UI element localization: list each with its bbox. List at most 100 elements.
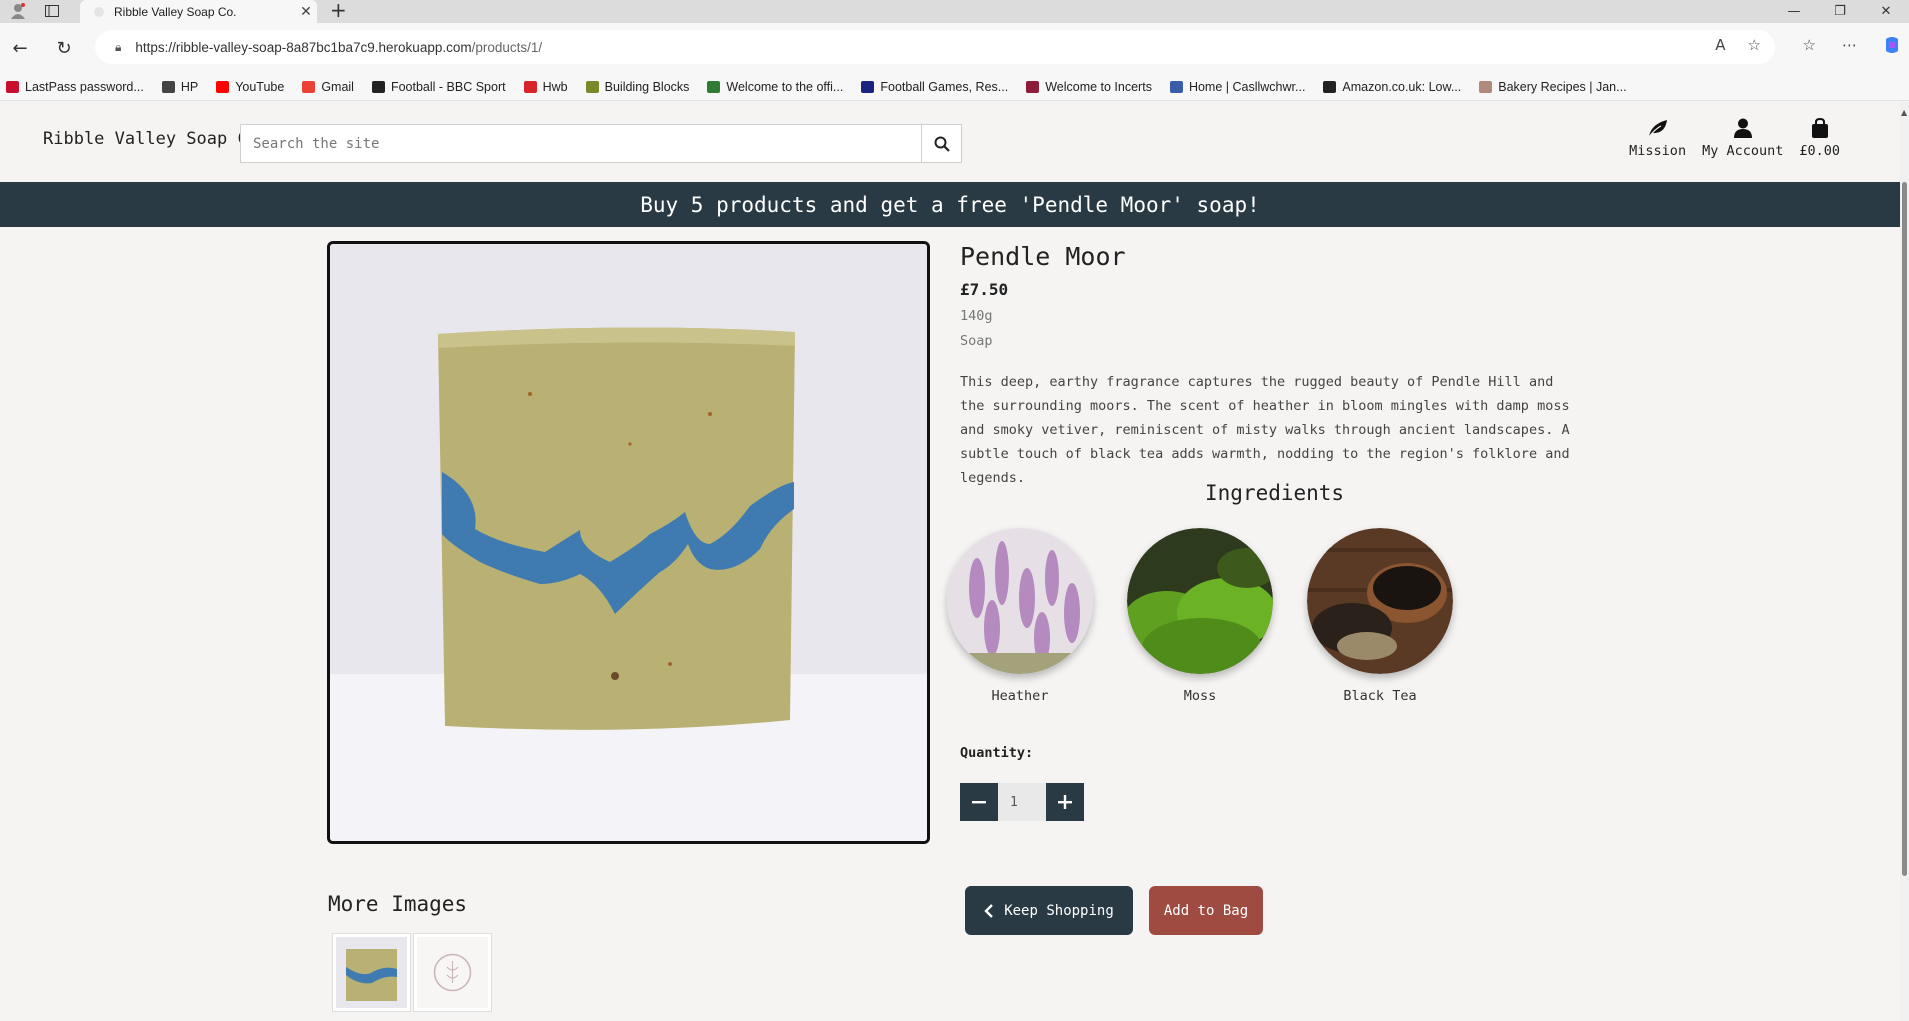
ingredient-label: Moss	[1183, 688, 1217, 704]
bookmark-item[interactable]: Hwb	[523, 79, 568, 94]
close-window-icon[interactable]: ✕	[1863, 0, 1909, 23]
bookmark-label: Welcome to the offi...	[726, 79, 844, 94]
decrement-quantity-button[interactable]	[960, 783, 998, 821]
bookmark-label: Welcome to Incerts	[1045, 79, 1152, 94]
scroll-up-icon[interactable]: ▲	[1901, 108, 1907, 117]
mission-link[interactable]: Mission	[1629, 118, 1686, 159]
search-icon	[934, 136, 950, 152]
bookmark-label: Football - BBC Sport	[390, 79, 506, 94]
bookmark-label: Gmail	[321, 79, 354, 94]
heather-image	[947, 528, 1093, 674]
bookmark-item[interactable]: Amazon.co.uk: Low...	[1323, 80, 1461, 94]
thumbnail-label[interactable]	[413, 933, 492, 1012]
quantity-input[interactable]	[998, 783, 1046, 821]
bookmark-item[interactable]: LastPass password...	[6, 80, 144, 94]
favicon-icon	[94, 6, 104, 17]
quantity-label: Quantity:	[960, 745, 1034, 761]
promo-banner: Buy 5 products and get a free 'Pendle Mo…	[0, 182, 1900, 227]
bookmark-item[interactable]: Football Games, Res...	[861, 80, 1008, 94]
bookmark-label: Hwb	[542, 79, 568, 94]
my-account-label: My Account	[1702, 143, 1784, 159]
back-icon[interactable]: ←	[8, 36, 32, 60]
profile-icon[interactable]	[8, 2, 28, 20]
bookmark-item[interactable]: Welcome to the offi...	[707, 80, 843, 94]
bookmark-item[interactable]: Building Blocks	[585, 79, 690, 94]
search-button[interactable]	[921, 125, 961, 162]
bookmark-favicon-icon	[302, 80, 316, 93]
increment-quantity-button[interactable]	[1046, 783, 1084, 821]
bookmark-item[interactable]: HP	[161, 79, 199, 94]
ingredient-black-tea: Black Tea	[1307, 528, 1453, 704]
bookmark-favicon-icon	[585, 80, 599, 93]
bookmark-label: Home | Casllwchwr...	[1188, 79, 1306, 94]
plus-icon	[1058, 795, 1072, 809]
product-main-image[interactable]	[327, 241, 930, 844]
product-description: This deep, earthy fragrance captures the…	[960, 374, 1570, 486]
site-header: Ribble Valley Soap Co. Mission My Accoun…	[0, 102, 1900, 182]
user-icon	[1733, 118, 1752, 138]
bookmark-favicon-icon	[1479, 80, 1493, 93]
favorite-star-icon[interactable]: ☆	[1748, 36, 1761, 54]
product-category[interactable]: Soap	[960, 333, 993, 349]
bookmark-favicon-icon	[161, 80, 175, 93]
bookmark-favicon-icon	[707, 80, 721, 93]
favorites-icon[interactable]: ☆	[1803, 36, 1816, 58]
copilot-icon[interactable]	[1883, 36, 1901, 58]
minimize-icon[interactable]: —	[1771, 0, 1817, 23]
ingredients-title: Ingredients	[1205, 481, 1345, 505]
leaf-icon	[1648, 120, 1667, 138]
bookmark-item[interactable]: Gmail	[302, 80, 354, 94]
bookmark-favicon-icon	[861, 80, 875, 93]
ingredient-heather: Heather	[947, 528, 1093, 704]
ingredient-label: Heather	[991, 688, 1049, 704]
bookmark-label: HP	[180, 79, 199, 94]
more-menu-icon[interactable]: ⋯	[1842, 36, 1857, 58]
site-logo[interactable]: Ribble Valley Soap Co.	[43, 129, 268, 149]
browser-tab[interactable]: Ribble Valley Soap Co. ✕	[80, 0, 317, 23]
browser-tab-bar: Ribble Valley Soap Co. ✕ + — ❐ ✕	[0, 0, 1909, 23]
bookmark-favicon-icon	[1026, 80, 1040, 93]
close-tab-icon[interactable]: ✕	[295, 4, 317, 20]
minus-icon	[972, 801, 986, 804]
bookmark-favicon-icon	[523, 80, 537, 93]
thumbnail-soap[interactable]	[332, 933, 411, 1012]
keep-shopping-button[interactable]: Keep Shopping	[965, 886, 1133, 935]
product-price: £7.50	[960, 280, 1009, 299]
add-to-bag-button[interactable]: Add to Bag	[1149, 886, 1263, 935]
bag-total: £0.00	[1799, 143, 1840, 159]
bookmark-item[interactable]: Bakery Recipes | Jan...	[1479, 80, 1627, 94]
product-name: Pendle Moor	[960, 242, 1126, 271]
reload-icon[interactable]: ↻	[52, 36, 76, 60]
read-aloud-icon[interactable]: A	[1715, 36, 1725, 54]
bookmark-item[interactable]: Home | Casllwchwr...	[1169, 79, 1306, 94]
bookmark-favicon-icon	[1169, 80, 1183, 93]
bookmark-label: Building Blocks	[604, 79, 690, 94]
search-input[interactable]	[241, 125, 921, 162]
bookmark-favicon-icon	[371, 80, 385, 93]
bookmarks-bar: LastPass password... HP YouTube Gmail Footba…	[0, 73, 1909, 101]
tab-actions-icon[interactable]	[42, 2, 62, 20]
bookmark-item[interactable]: Welcome to Incerts	[1026, 80, 1152, 94]
shopping-bag-link[interactable]: £0.00	[1799, 118, 1840, 159]
bookmark-item[interactable]: YouTube	[216, 80, 284, 94]
ingredient-moss: Moss	[1127, 528, 1273, 704]
product-weight: 140g	[960, 308, 993, 324]
bookmark-favicon-icon	[216, 80, 230, 93]
bookmark-label: LastPass password...	[25, 79, 144, 94]
bookmark-favicon-icon	[1323, 80, 1337, 93]
more-images-title: More Images	[328, 892, 468, 916]
address-bar: ← ↻ 🔒︎ https://ribble-valley-soap-8a87bc…	[0, 23, 1909, 73]
scrollbar[interactable]: ▲	[1900, 102, 1909, 1021]
bookmark-favicon-icon	[6, 80, 19, 93]
scroll-thumb[interactable]	[1902, 182, 1907, 876]
bookmark-item[interactable]: Football - BBC Sport	[371, 79, 506, 94]
my-account-link[interactable]: My Account	[1702, 118, 1783, 159]
new-tab-icon[interactable]: +	[330, 0, 347, 23]
bookmark-label: Amazon.co.uk: Low...	[1342, 79, 1462, 94]
url-field[interactable]: 🔒︎ https://ribble-valley-soap-8a87bc1ba7…	[95, 30, 1775, 64]
bookmark-label: Football Games, Res...	[880, 79, 1009, 94]
bookmark-label: YouTube	[235, 79, 285, 94]
restore-icon[interactable]: ❐	[1817, 0, 1863, 23]
keep-shopping-label: Keep Shopping	[1004, 902, 1114, 919]
black-tea-image	[1307, 528, 1453, 674]
